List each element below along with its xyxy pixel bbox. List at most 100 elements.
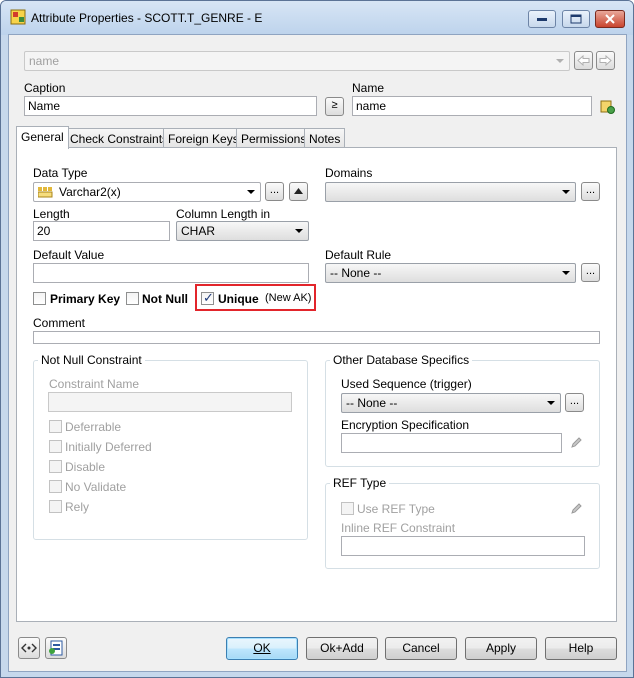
tab-foreign-keys[interactable]: Foreign Keys [163, 128, 244, 148]
ok-add-label: Ok+Add [320, 641, 364, 655]
sql-preview-button[interactable] [18, 637, 40, 659]
length-label: Length [33, 207, 70, 221]
default-rule-select[interactable]: -- None -- [325, 263, 576, 283]
constraint-name-label: Constraint Name [49, 377, 140, 391]
inline-ref-constraint-input[interactable] [341, 536, 585, 556]
domains-select[interactable] [325, 182, 576, 202]
tab-check-constraints-label: Check Constraints [70, 132, 169, 146]
ok-button[interactable]: OK [226, 637, 298, 660]
app-icon [10, 9, 26, 25]
maximize-button[interactable] [562, 10, 590, 28]
help-label: Help [568, 641, 594, 655]
comment-input[interactable] [33, 331, 600, 344]
caption-value: Name [28, 99, 61, 113]
naming-icon[interactable] [600, 99, 615, 114]
data-type-up-button[interactable] [289, 182, 308, 201]
attribute-selector-value: name [29, 54, 60, 68]
deferrable-checkbox[interactable] [49, 420, 62, 433]
datatype-icon [38, 187, 53, 198]
disable-checkbox[interactable] [49, 460, 62, 473]
attribute-selector[interactable]: name [24, 51, 570, 71]
deferrable-label: Deferrable [65, 420, 122, 434]
checkmark-icon: ✓ [203, 290, 214, 305]
default-rule-browse-button[interactable]: ... [581, 263, 600, 282]
title-bar[interactable]: Attribute Properties - SCOTT.T_GENRE - E [1, 1, 633, 35]
arrow-right-icon [599, 54, 612, 67]
used-sequence-select[interactable]: -- None -- [341, 393, 561, 413]
minimize-button[interactable] [528, 10, 556, 28]
primary-key-checkbox[interactable] [33, 292, 46, 305]
length-value: 20 [37, 224, 51, 238]
not-null-checkbox[interactable] [126, 292, 139, 305]
maximize-icon [570, 14, 582, 24]
encryption-input[interactable] [341, 433, 562, 453]
tab-notes[interactable]: Notes [304, 128, 346, 148]
column-length-select[interactable]: CHAR [176, 221, 309, 241]
no-validate-checkbox[interactable] [49, 480, 62, 493]
tab-notes-label: Notes [309, 132, 341, 146]
no-validate-label: No Validate [65, 480, 127, 494]
data-type-select[interactable]: Varchar2(x) [33, 182, 261, 202]
tab-check-constraints[interactable]: Check Constraints [65, 128, 174, 148]
dropdown-arrow-icon [295, 229, 303, 233]
comment-label: Comment [33, 316, 86, 330]
dropdown-arrow-icon [562, 190, 570, 194]
constraint-name-input[interactable] [48, 392, 292, 412]
caption-input[interactable]: Name [24, 96, 317, 116]
copy-caption-button[interactable]: ≥ [325, 97, 344, 116]
ok-add-button[interactable]: Ok+Add [306, 637, 378, 660]
not-null-label: Not Null [142, 292, 188, 306]
column-length-value: CHAR [181, 224, 216, 238]
disable-label: Disable [65, 460, 106, 474]
used-sequence-value: -- None -- [346, 396, 398, 410]
copy-caption-label: ≥ [331, 99, 338, 111]
close-button[interactable] [595, 10, 625, 28]
tab-permissions-label: Permissions [241, 132, 307, 146]
ref-type-title: REF Type [330, 476, 390, 490]
default-value-input[interactable] [33, 263, 309, 283]
window-title: Attribute Properties - SCOTT.T_GENRE - E [31, 11, 263, 25]
default-rule-value: -- None -- [330, 266, 382, 280]
domains-browse-button[interactable]: ... [581, 182, 600, 201]
dropdown-arrow-icon [556, 59, 564, 63]
default-rule-label: Default Rule [325, 248, 392, 262]
ok-label: OK [253, 641, 271, 655]
help-button[interactable]: Help [545, 637, 617, 660]
rely-label: Rely [65, 500, 90, 514]
tab-general[interactable]: General [16, 126, 69, 149]
name-input[interactable]: name [352, 96, 592, 116]
pencil-icon[interactable] [570, 436, 583, 449]
properties-button[interactable] [45, 637, 67, 659]
tab-foreign-keys-label: Foreign Keys [168, 132, 239, 146]
next-button[interactable] [596, 51, 615, 70]
previous-button[interactable] [574, 51, 593, 70]
unique-label: Unique [218, 292, 259, 306]
dropdown-arrow-icon [562, 271, 570, 275]
cancel-label: Cancel [402, 641, 440, 655]
length-input[interactable]: 20 [33, 221, 170, 241]
apply-button[interactable]: Apply [465, 637, 537, 660]
initially-deferred-checkbox[interactable] [49, 440, 62, 453]
minimize-icon [537, 18, 547, 21]
rely-checkbox[interactable] [49, 500, 62, 513]
caption-label: Caption [24, 81, 66, 95]
code-icon [21, 643, 37, 653]
used-sequence-label: Used Sequence (trigger) [341, 377, 472, 391]
unique-checkbox[interactable]: ✓ [201, 290, 214, 305]
data-type-label: Data Type [33, 166, 88, 180]
dropdown-arrow-icon [547, 401, 555, 405]
data-type-browse-label: ... [269, 184, 280, 196]
dropdown-arrow-icon [247, 190, 255, 194]
initially-deferred-label: Initially Deferred [65, 440, 152, 454]
other-database-specifics-title: Other Database Specifics [330, 353, 473, 367]
data-type-browse-button[interactable]: ... [265, 182, 284, 201]
domains-label: Domains [325, 166, 373, 180]
used-sequence-browse-button[interactable]: ... [565, 393, 584, 412]
pencil-icon[interactable] [570, 502, 583, 515]
caret-up-icon [294, 188, 303, 194]
use-ref-type-checkbox[interactable] [341, 502, 354, 515]
not-null-constraint-title: Not Null Constraint [38, 353, 145, 367]
cancel-button[interactable]: Cancel [385, 637, 457, 660]
tab-permissions[interactable]: Permissions [236, 128, 312, 148]
name-value: name [356, 99, 387, 113]
